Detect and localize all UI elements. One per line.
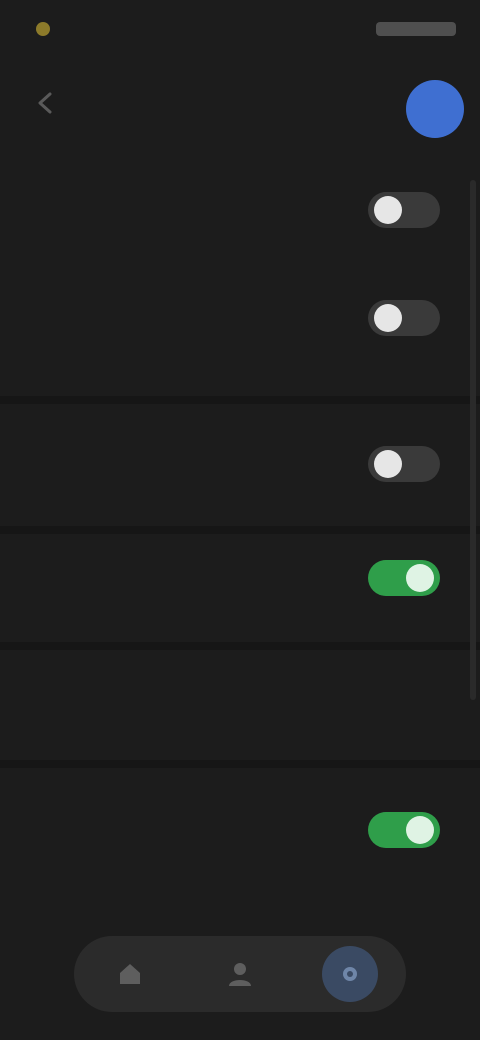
toggle-knob: [406, 564, 434, 592]
settings-row-2[interactable]: [0, 294, 480, 390]
arrow-left-icon[interactable]: [30, 88, 60, 118]
settings-row-1[interactable]: [0, 182, 480, 272]
toggle-knob: [374, 196, 402, 224]
notification-dot-icon: [36, 22, 50, 36]
nav-settings-button[interactable]: [322, 946, 378, 1002]
avatar[interactable]: [406, 80, 464, 138]
section-divider: [0, 642, 480, 650]
settings-row-1-toggle[interactable]: [368, 192, 440, 228]
settings-row-6-toggle[interactable]: [368, 812, 440, 848]
scrollbar[interactable]: [470, 180, 476, 700]
section-divider: [0, 760, 480, 768]
toggle-knob: [374, 450, 402, 478]
settings-list: [0, 150, 480, 910]
settings-row-4-toggle[interactable]: [368, 560, 440, 596]
top-app-bar: [0, 68, 480, 142]
settings-row-3[interactable]: [0, 446, 480, 512]
settings-row-3-toggle[interactable]: [368, 446, 440, 482]
settings-row-4[interactable]: [0, 560, 480, 626]
section-divider: [0, 396, 480, 404]
home-icon: [120, 964, 140, 984]
system-status-icons: [376, 22, 456, 36]
status-bar: [0, 0, 480, 56]
bottom-navigation: [74, 936, 406, 1012]
nav-person-button[interactable]: [212, 946, 268, 1002]
settings-row-5[interactable]: [0, 680, 480, 760]
nav-home-button[interactable]: [102, 946, 158, 1002]
settings-row-6[interactable]: [0, 812, 480, 898]
person-icon: [229, 963, 251, 986]
settings-row-2-toggle[interactable]: [368, 300, 440, 336]
toggle-knob: [374, 304, 402, 332]
settings-screen: [0, 0, 480, 1040]
toggle-knob: [406, 816, 434, 844]
page-title: [200, 92, 284, 118]
settings-icon: [343, 967, 357, 981]
section-divider: [0, 526, 480, 534]
